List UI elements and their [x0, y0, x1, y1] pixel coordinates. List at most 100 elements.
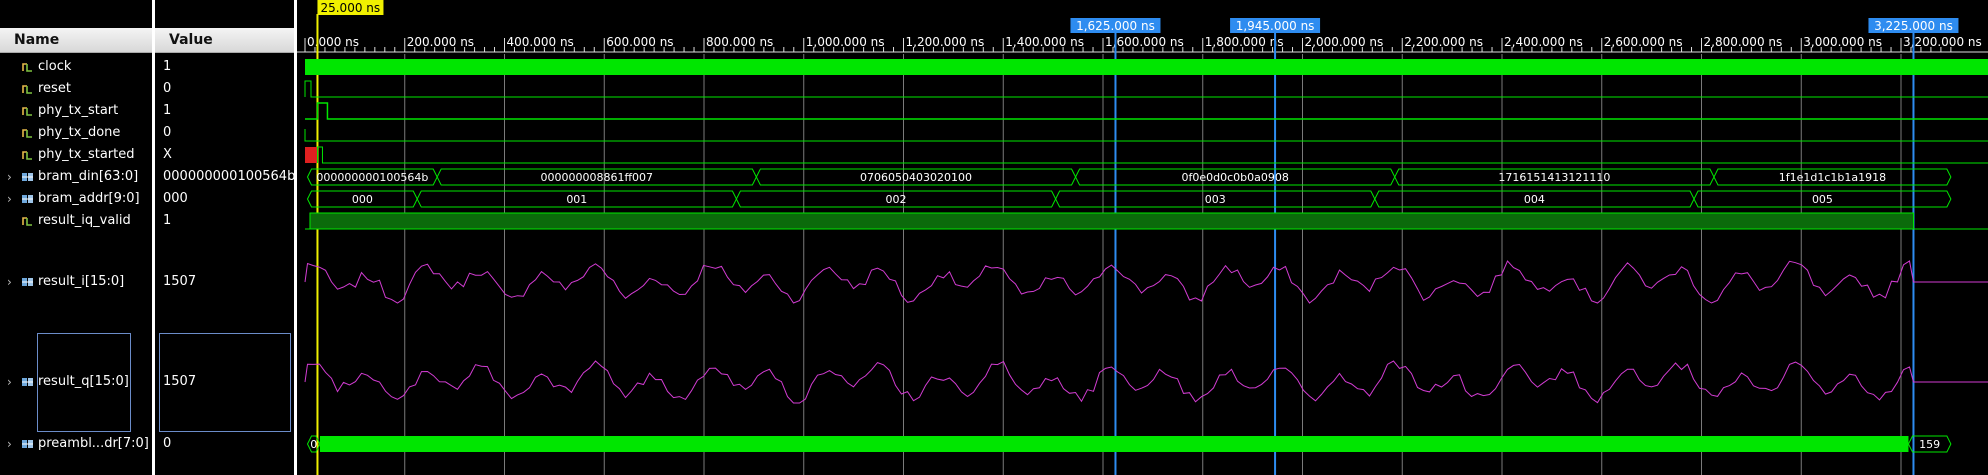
- signal-name: phy_tx_done: [38, 125, 121, 140]
- signal-value-text: 000: [163, 191, 188, 206]
- waveform-canvas[interactable]: 0.000 ns 200.000 ns 400.000 ns 600.000 ns 80…: [297, 0, 1988, 475]
- clock-wave: [305, 59, 1988, 75]
- ruler-tick-label: 2,400.000 ns: [1504, 35, 1583, 49]
- signal-row-clock[interactable]: clock: [0, 56, 152, 78]
- ruler-tick-label: 400.000 ns: [507, 35, 574, 49]
- bus-segment-label: 000: [352, 193, 373, 206]
- bit-signal-icon: [22, 85, 32, 94]
- ruler-tick-label: 1,800.000 ns: [1205, 35, 1284, 49]
- bit-signal-icon: [22, 129, 32, 138]
- bit-signal-icon: [22, 63, 32, 72]
- signal-name: preambl...dr[7:0]: [38, 436, 149, 451]
- selected-value-box: [159, 333, 291, 432]
- ruler-tick-label: 1,600.000 ns: [1105, 35, 1184, 49]
- signal-value-bram-addr[interactable]: 000: [155, 188, 294, 210]
- phy-tx-start-wave: [305, 102, 1988, 120]
- bus-segment-label: 0706050403020100: [860, 171, 972, 184]
- ruler-tick-label: 200.000 ns: [407, 35, 474, 49]
- bus-signal-icon: [22, 173, 33, 181]
- signal-value-text: 1: [163, 59, 172, 74]
- signal-value-text: 1: [163, 213, 172, 228]
- signal-name: bram_addr[9:0]: [38, 191, 140, 206]
- bus-segment-label: 005: [1812, 193, 1833, 206]
- ruler-tick-label: 3,000.000 ns: [1803, 35, 1882, 49]
- signal-row-bram-din[interactable]: › bram_din[63:0]: [0, 166, 152, 188]
- name-column-header[interactable]: Name: [0, 28, 152, 53]
- bit-signal-icon: [22, 107, 32, 116]
- ruler-tick-label: 3,200.000 ns: [1903, 35, 1982, 49]
- phy-tx-started-wave: [316, 146, 1988, 164]
- signal-value-text: 0: [163, 81, 172, 96]
- bus-segment-label: 000000000100564b: [316, 171, 428, 184]
- signal-row-phy-tx-start[interactable]: phy_tx_start: [0, 100, 152, 122]
- bit-signal-icon: [22, 151, 32, 160]
- expand-chevron-icon[interactable]: ›: [7, 271, 17, 293]
- value-column: Value 1 0 1 0 X 000000000100564b 000 1 1507 1507 0: [155, 0, 295, 475]
- expand-chevron-icon[interactable]: ›: [7, 433, 17, 455]
- signal-value-text: 1: [163, 103, 172, 118]
- ruler-tick-label: 600.000 ns: [606, 35, 673, 49]
- result-iq-valid-edge: [305, 213, 311, 230]
- bus-segment-label: 0: [310, 438, 317, 451]
- signal-name: clock: [38, 59, 72, 74]
- signal-row-preambl-dr[interactable]: › preambl...dr[7:0]: [0, 433, 152, 455]
- signal-row-reset[interactable]: reset: [0, 78, 152, 100]
- preamble-bus-dense: [319, 436, 1909, 452]
- signal-value-reset[interactable]: 0: [155, 78, 294, 100]
- ruler-tick-label: 1,400.000 ns: [1005, 35, 1084, 49]
- expand-chevron-icon[interactable]: ›: [7, 188, 17, 210]
- signal-value-result-i[interactable]: 1507: [155, 271, 294, 293]
- signal-name: result_iq_valid: [38, 213, 131, 228]
- ruler-tick-label: 0.000 ns: [307, 35, 359, 49]
- bus-segment-label: 000000008861ff007: [540, 171, 653, 184]
- expand-chevron-icon[interactable]: ›: [7, 371, 17, 393]
- signal-row-bram-addr[interactable]: › bram_addr[9:0]: [0, 188, 152, 210]
- signal-name: phy_tx_start: [38, 103, 119, 118]
- bus-signal-icon: [22, 278, 33, 286]
- signal-value-text: 1507: [163, 274, 197, 289]
- ruler-tick-label: 1,000.000 ns: [806, 35, 885, 49]
- bus-signal-icon: [22, 378, 33, 386]
- result-iq-valid-wave: [309, 212, 1914, 230]
- bus-signal-icon: [22, 440, 33, 448]
- name-column: Name clock reset phy_tx_start phy_tx_doneph…: [0, 0, 152, 475]
- bus-segment-label: 003: [1205, 193, 1226, 206]
- result-q-wave: [304, 360, 1988, 404]
- ruler-tick-label: 2,600.000 ns: [1604, 35, 1683, 49]
- signal-value-phy-tx-start[interactable]: 1: [155, 100, 294, 122]
- phy-tx-done-wave: [304, 129, 1988, 142]
- x-state-block: [305, 147, 318, 163]
- signal-name: result_i[15:0]: [38, 274, 125, 289]
- bus-segment-label: 1716151413121110: [1498, 171, 1610, 184]
- expand-chevron-icon[interactable]: ›: [7, 166, 17, 188]
- bus-segment-label: 0f0e0d0c0b0a0908: [1181, 171, 1288, 184]
- signal-value-phy-tx-started[interactable]: X: [155, 144, 294, 166]
- bus-segment-label: 004: [1524, 193, 1545, 206]
- signal-row-result-i[interactable]: › result_i[15:0]: [0, 271, 152, 293]
- signal-value-bram-din[interactable]: 000000000100564b: [155, 166, 295, 188]
- signal-name: phy_tx_started: [38, 147, 135, 162]
- signal-row-phy-tx-done[interactable]: phy_tx_done: [0, 122, 152, 144]
- time-marker-label: 1,945.000 ns: [1236, 19, 1315, 33]
- bus-segment-label: 159: [1919, 438, 1940, 451]
- bus-segment-label: 1f1e1d1c1b1a1918: [1779, 171, 1886, 184]
- signal-value-text: 0: [163, 436, 172, 451]
- ruler-tick-label: 2,800.000 ns: [1704, 35, 1783, 49]
- signal-value-phy-tx-done[interactable]: 0: [155, 122, 294, 144]
- ruler-tick-label: 2,000.000 ns: [1305, 35, 1384, 49]
- signal-value-result-iq-valid[interactable]: 1: [155, 210, 294, 232]
- selected-signal-box: [37, 333, 131, 432]
- signal-row-phy-tx-started[interactable]: phy_tx_started: [0, 144, 152, 166]
- ruler-tick-label: 2,200.000 ns: [1404, 35, 1483, 49]
- time-marker-label: 1,625.000 ns: [1076, 19, 1155, 33]
- signal-name: bram_din[63:0]: [38, 169, 139, 184]
- ruler-tick-label: 800.000 ns: [706, 35, 773, 49]
- value-column-header[interactable]: Value: [155, 28, 294, 53]
- signal-value-clock[interactable]: 1: [155, 56, 294, 78]
- bus-signal-icon: [22, 195, 33, 203]
- signal-row-result-iq-valid[interactable]: result_iq_valid: [0, 210, 152, 232]
- main-cursor-label: 25.000 ns: [320, 1, 380, 15]
- result-i-wave: [304, 260, 1988, 304]
- time-marker-label: 3,225.000 ns: [1874, 19, 1953, 33]
- signal-value-preambl-dr[interactable]: 0: [155, 433, 294, 455]
